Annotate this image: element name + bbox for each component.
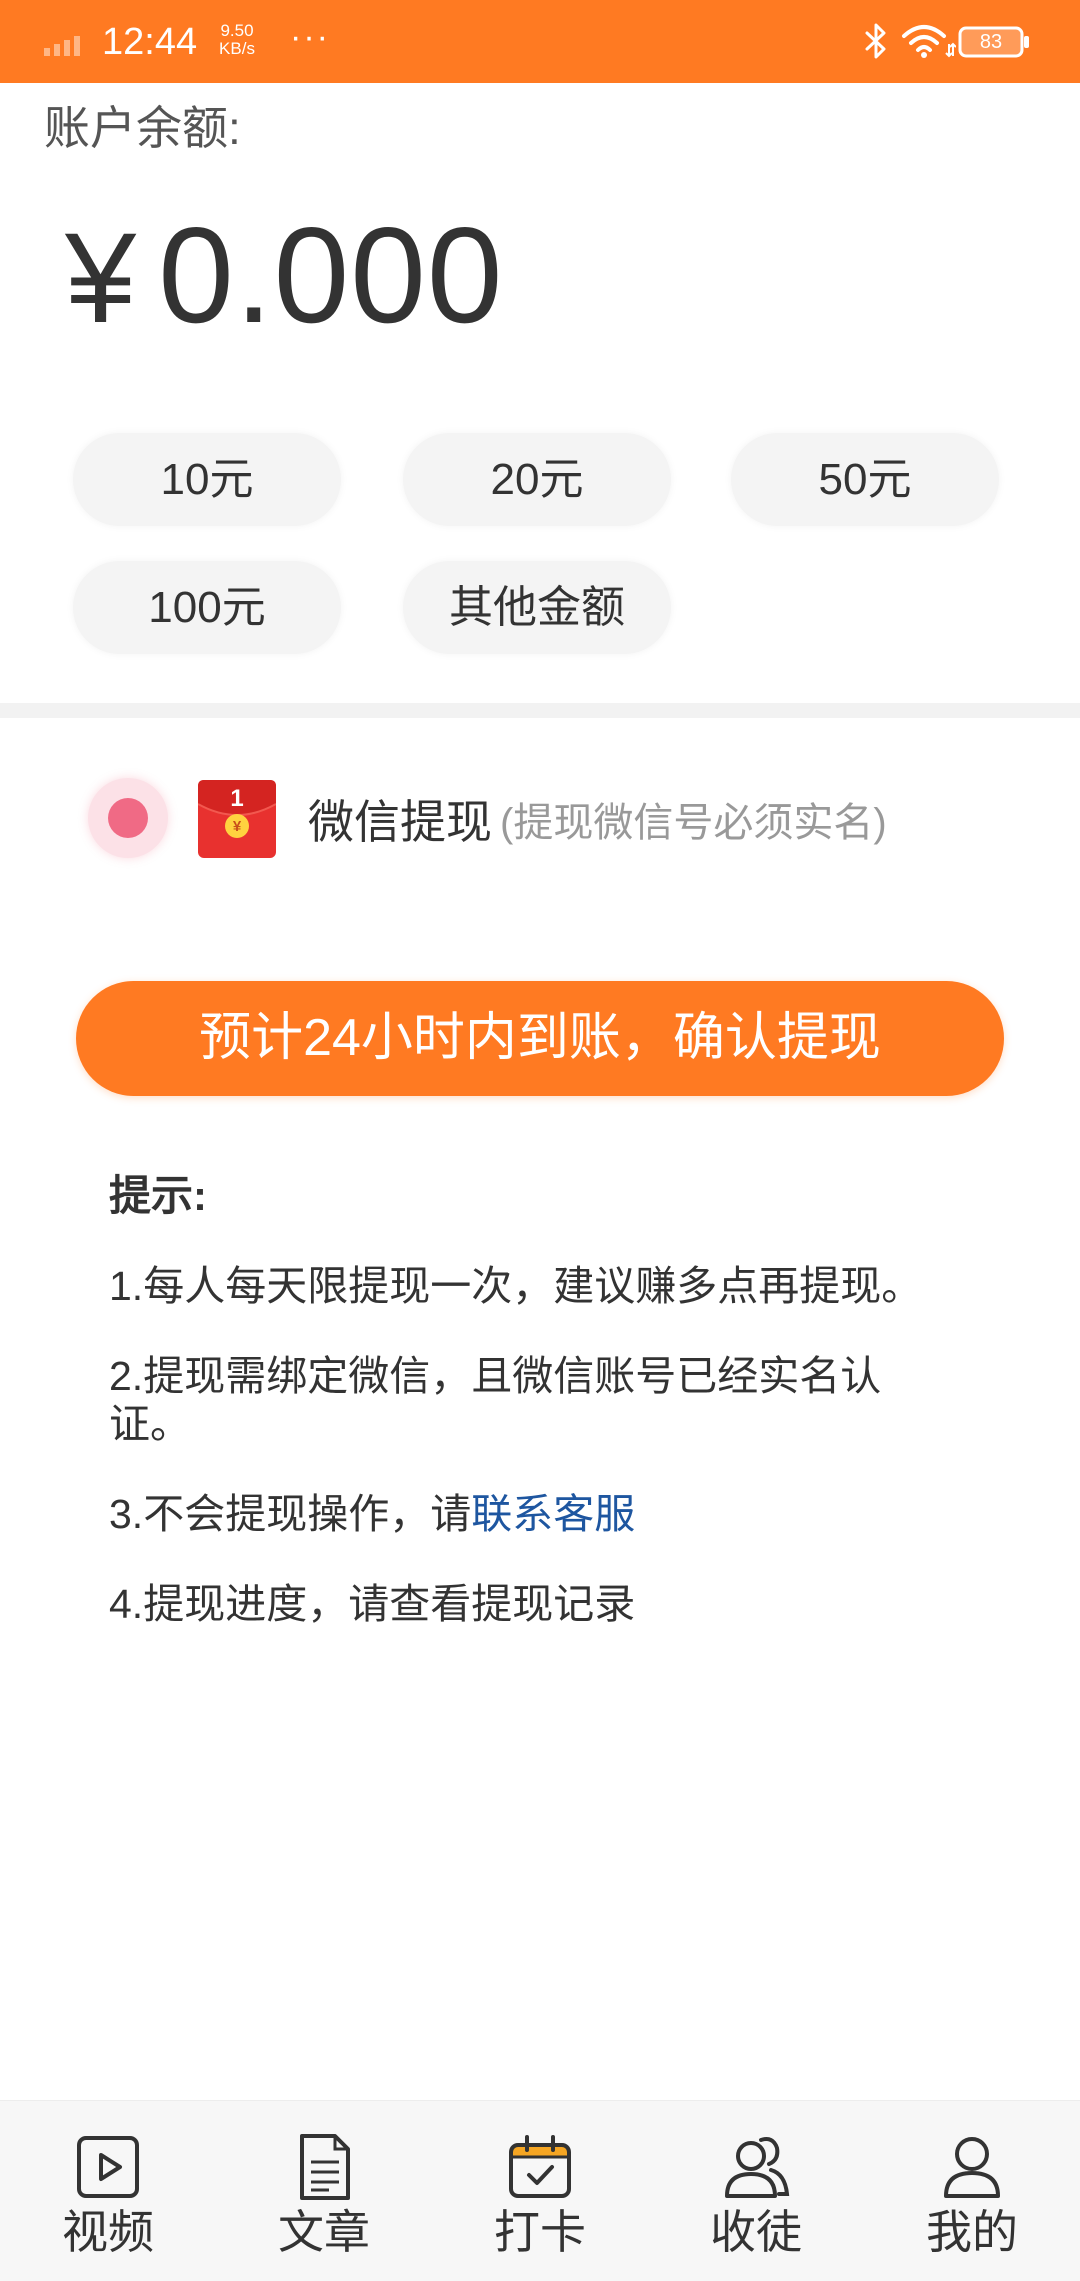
currency-symbol: ¥ <box>65 207 137 350</box>
amount-option-20[interactable]: 20元 <box>403 433 671 526</box>
bottom-tab-bar: 视频 文章 打卡 收徒 我的 <box>0 2100 1080 2281</box>
wifi-icon <box>902 25 956 58</box>
user-icon <box>944 2137 1000 2198</box>
tab-label: 收徒 <box>710 2206 802 2258</box>
tip-item: 1.每人每天限提现一次，建议赚多点再提现。 <box>109 1263 923 1309</box>
people-icon <box>725 2137 790 2198</box>
balance-amount: ¥ 0.000 <box>65 200 504 350</box>
tab-recruit[interactable]: 收徒 <box>648 2101 864 2281</box>
red-packet-icon: 1 ¥ <box>198 780 276 858</box>
tips-section: 提示: 1.每人每天限提现一次，建议赚多点再提现。 2.提现需绑定微信，且微信账… <box>109 1172 939 1670</box>
tab-article[interactable]: 文章 <box>216 2101 432 2281</box>
net-speed: 9.50 KB/s <box>214 22 260 58</box>
balance-value: 0.000 <box>158 199 504 351</box>
tab-mine[interactable]: 我的 <box>864 2101 1080 2281</box>
payment-method-note: (提现微信号必须实名) <box>500 801 887 845</box>
tab-video[interactable]: 视频 <box>0 2101 216 2281</box>
amount-option-10[interactable]: 10元 <box>73 433 341 526</box>
tab-label: 视频 <box>62 2206 154 2258</box>
tip-text: 3.不会提现操作，请 <box>109 1491 472 1537</box>
signal-icon <box>44 36 80 56</box>
tip-item: 3.不会提现操作，请联系客服 <box>109 1490 939 1538</box>
payment-method-name: 微信提现 <box>308 796 492 848</box>
radio-selected-dot <box>108 798 148 838</box>
amount-option-50[interactable]: 50元 <box>731 433 999 526</box>
tab-checkin[interactable]: 打卡 <box>432 2101 648 2281</box>
more-notifications-icon: ··· <box>290 18 330 56</box>
article-icon <box>300 2134 350 2200</box>
tips-title: 提示: <box>109 1172 207 1219</box>
video-icon <box>77 2136 139 2198</box>
net-speed-unit: KB/s <box>219 39 255 58</box>
confirm-withdraw-button[interactable]: 预计24小时内到账，确认提现 <box>76 981 1004 1096</box>
battery-indicator: 83 <box>958 26 1032 58</box>
net-speed-value: 9.50 <box>220 21 254 40</box>
status-time: 12:44 <box>102 21 198 63</box>
tip-item: 2.提现需绑定微信，且微信账号已经实名认证。 <box>109 1353 882 1447</box>
red-packet-symbol: ¥ <box>233 818 242 835</box>
contact-support-link[interactable]: 联系客服 <box>471 1491 635 1537</box>
wechat-withdraw-radio[interactable] <box>88 778 168 858</box>
status-bar: 12:44 9.50 KB/s ··· 83 <box>0 0 1080 83</box>
tab-label: 文章 <box>278 2206 370 2258</box>
amount-option-other[interactable]: 其他金额 <box>403 561 671 654</box>
payment-method-label[interactable]: 微信提现 (提现微信号必须实名) <box>308 780 887 858</box>
tab-label: 我的 <box>926 2206 1018 2258</box>
red-packet-number: 1 <box>230 785 243 812</box>
battery-level: 83 <box>979 31 1003 53</box>
amount-option-100[interactable]: 100元 <box>73 561 341 654</box>
bluetooth-icon <box>865 23 886 59</box>
balance-label: 账户余额: <box>44 102 241 154</box>
tab-label: 打卡 <box>494 2206 586 2258</box>
section-divider <box>0 703 1080 718</box>
tip-item: 4.提现进度，请查看提现记录 <box>109 1581 636 1627</box>
calendar-check-icon <box>509 2135 571 2198</box>
